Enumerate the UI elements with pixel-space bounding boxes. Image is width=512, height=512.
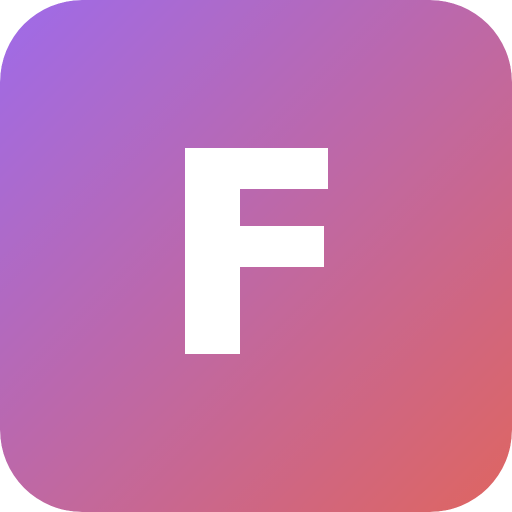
app-icon[interactable] bbox=[0, 0, 512, 512]
app-icon-graphic bbox=[0, 0, 512, 512]
